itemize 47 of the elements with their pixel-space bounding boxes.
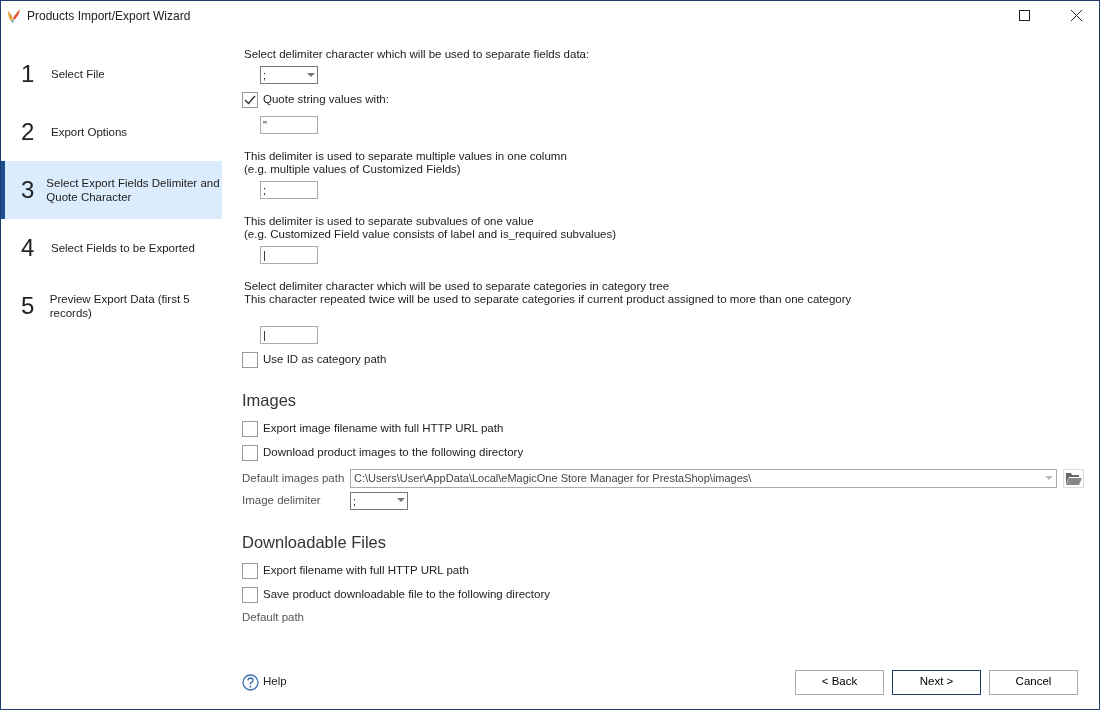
checkbox[interactable]: [242, 420, 258, 437]
checkbox-label[interactable]: Download product images to the following directory: [263, 444, 524, 462]
text-input[interactable]: ;: [260, 181, 318, 199]
caret-icon: [307, 72, 315, 78]
help-link[interactable]: Help: [263, 673, 287, 691]
field-label: Default images path: [242, 470, 346, 486]
text-input[interactable]: |: [260, 326, 318, 344]
wizard-step[interactable]: 2 Export Options: [1, 103, 222, 161]
app-logo-icon: [7, 7, 21, 24]
checkbox-label[interactable]: Save product downloadable file to the following directory: [263, 585, 551, 604]
description-text: Select delimiter character which will be used to separate fields data:: [244, 48, 591, 61]
maximize-icon: [1018, 10, 1030, 21]
path-field[interactable]: C:\Users\User\AppData\Local\eMagicOne Store Manager for PrestaShop\images\: [350, 468, 1057, 488]
help-icon: [242, 673, 259, 691]
checkbox-label[interactable]: Use ID as category path: [263, 351, 387, 369]
checkbox[interactable]: [242, 444, 258, 461]
wizard-button[interactable]: Cancel: [989, 669, 1078, 695]
description-text: This delimiter is used to separate multiple values in one column (e.g. multiple values of Customized Fields): [244, 150, 568, 176]
checkbox-label[interactable]: Export filename with full HTTP URL path: [263, 561, 469, 580]
field-label: Default path: [242, 610, 304, 623]
caret-icon: [1045, 475, 1053, 481]
checkbox-label[interactable]: Export image filename with full HTTP URL path: [263, 420, 504, 438]
section-heading: Downloadable Files: [242, 531, 387, 553]
section-heading: Images: [242, 390, 298, 411]
checkbox[interactable]: [242, 92, 258, 108]
wizard-button[interactable]: < Back: [795, 669, 884, 695]
text-input[interactable]: |: [260, 246, 318, 264]
delimiter-dropdown[interactable]: ;: [350, 491, 408, 510]
wizard-step[interactable]: 3 Select Export Fields Delimiter and Quote Character: [1, 161, 222, 219]
text-input[interactable]: ": [260, 116, 318, 134]
checkbox[interactable]: [242, 562, 258, 579]
description-text: This delimiter is used to separate subvalues of one value (e.g. Customized Field value consists of label and is_required subvalues): [244, 215, 618, 241]
wizard-step[interactable]: 1 Select File: [1, 45, 222, 103]
window-title: Products Import/Export Wizard: [27, 7, 191, 25]
close-icon: [1070, 10, 1082, 21]
checkbox-label[interactable]: Quote string values with:: [263, 91, 389, 109]
browse-button[interactable]: [1063, 468, 1084, 488]
caret-icon: [397, 498, 405, 504]
checkbox[interactable]: [242, 586, 258, 603]
field-label: Image delimiter: [242, 493, 322, 509]
wizard-step[interactable]: 4 Select Fields to be Exported: [1, 219, 222, 277]
folder-icon: [1065, 471, 1082, 485]
checkbox[interactable]: [242, 352, 258, 368]
wizard-step[interactable]: 5 Preview Export Data (first 5 records): [1, 277, 222, 335]
wizard-button[interactable]: Next >: [892, 669, 981, 695]
description-text: Select delimiter character which will be used to separate categories in category tree This character repeated twice will be used to separate categories if current product assigned to more than one category: [244, 280, 853, 306]
delimiter-dropdown[interactable]: ;: [260, 66, 318, 84]
